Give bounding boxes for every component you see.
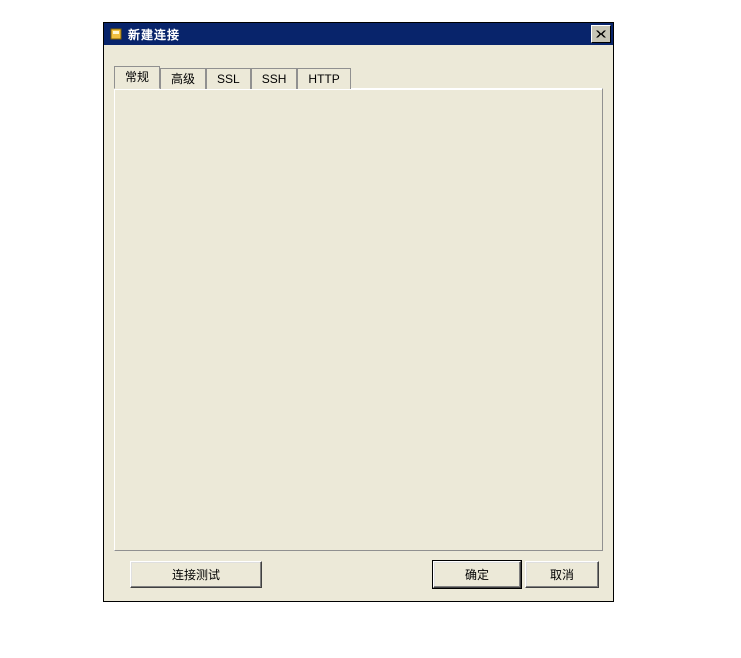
button-label: 取消 (550, 566, 574, 583)
tab-ssh[interactable]: SSH (251, 68, 298, 89)
button-bar: 连接测试 确定 取消 (114, 561, 603, 589)
tab-label: SSH (262, 72, 287, 86)
tab-content (114, 88, 603, 551)
tab-http[interactable]: HTTP (297, 68, 350, 89)
tab-ssl[interactable]: SSL (206, 68, 251, 89)
tab-label: 高级 (171, 72, 195, 86)
app-icon (108, 26, 124, 42)
tab-general[interactable]: 常规 (114, 66, 160, 89)
tab-label: SSL (217, 72, 240, 86)
tab-label: 常规 (125, 70, 149, 84)
test-connection-button[interactable]: 连接测试 (130, 561, 262, 588)
tab-label: HTTP (308, 72, 339, 86)
new-connection-dialog: 新建连接 常规 高级 SSL SSH (103, 22, 614, 602)
client-area: 常规 高级 SSL SSH HTTP 连 (104, 45, 613, 601)
button-label: 连接测试 (172, 566, 220, 583)
cancel-button[interactable]: 取消 (525, 561, 599, 588)
close-button[interactable] (591, 25, 611, 43)
button-label: 确定 (465, 566, 489, 583)
titlebar[interactable]: 新建连接 (104, 23, 613, 45)
tab-advanced[interactable]: 高级 (160, 68, 206, 89)
window-title: 新建连接 (128, 26, 180, 43)
tabs: 常规 高级 SSL SSH HTTP (114, 67, 351, 88)
ok-button[interactable]: 确定 (433, 561, 521, 588)
